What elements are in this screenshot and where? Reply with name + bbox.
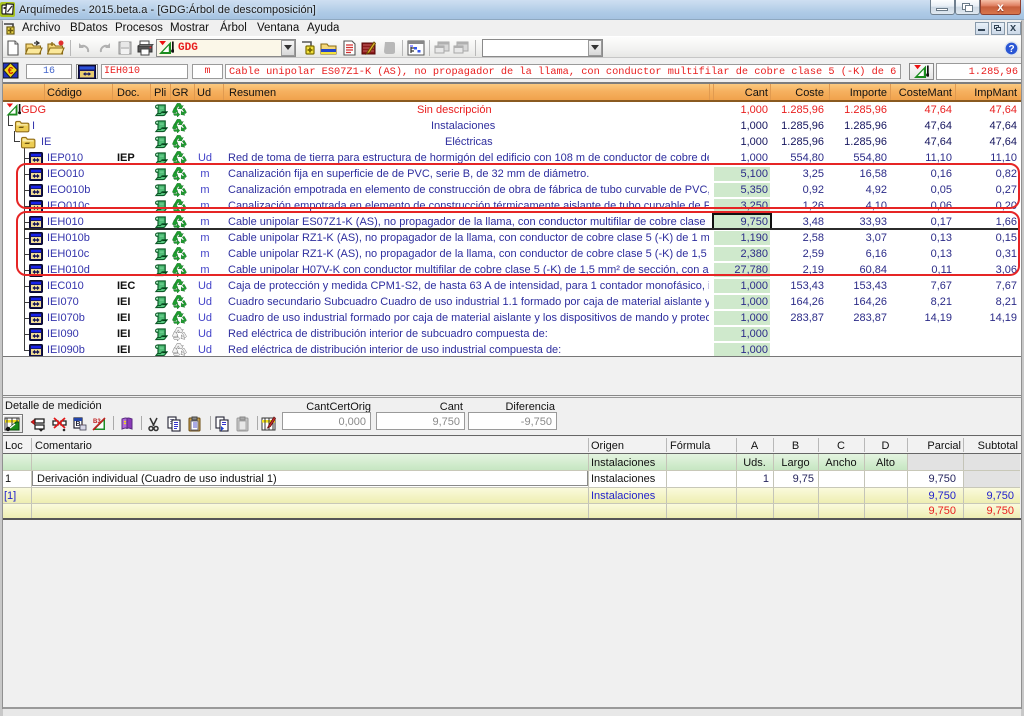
svg-text:€: €	[8, 66, 14, 77]
svg-text:?: ?	[1008, 44, 1014, 55]
